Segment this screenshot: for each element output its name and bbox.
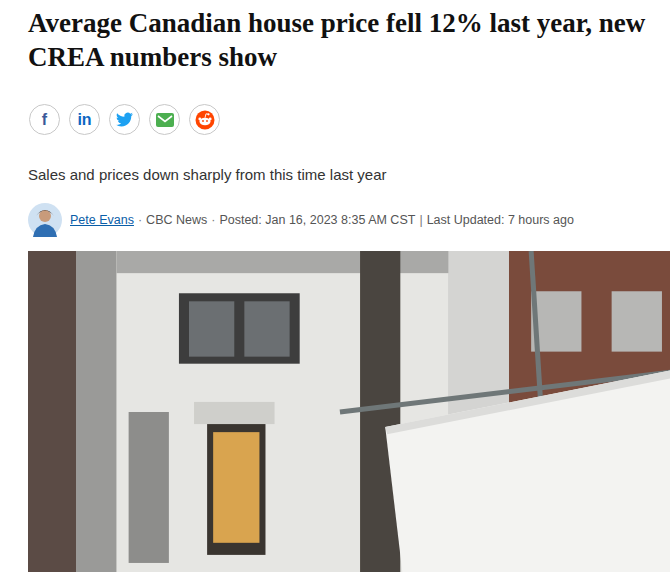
house-photo-icon	[28, 251, 670, 572]
twitter-bird-icon	[116, 111, 133, 128]
logo-icon: f	[42, 112, 47, 128]
reddit-share-button[interactable]	[189, 104, 220, 135]
author-link[interactable]: Pete Evans	[70, 213, 134, 227]
separator: ·	[211, 213, 215, 227]
share-bar: f in	[0, 104, 670, 135]
mail-share-button[interactable]	[149, 104, 180, 135]
byline-meta: Last Updated: 7 hours ago	[427, 213, 574, 227]
byline-meta: CBC News	[146, 213, 207, 227]
subtitle: Sales and prices down sharply from this …	[28, 165, 670, 185]
separator: ·	[138, 213, 142, 227]
logo-icon: in	[77, 112, 91, 128]
reddit-alien-icon	[195, 110, 215, 130]
byline: Pete Evans · CBC News · Posted: Jan 16, 2023…	[28, 203, 670, 237]
headline: Average Canadian house price fell 12% la…	[0, 0, 670, 74]
article-page: Average Canadian house price fell 12% la…	[0, 0, 670, 572]
byline-meta: Posted: Jan 16, 2023 8:35 AM CST	[219, 213, 415, 227]
twitter-share-button[interactable]	[109, 104, 140, 135]
separator: |	[419, 213, 422, 227]
article-photo	[28, 251, 670, 572]
share-button[interactable]: f	[29, 104, 60, 135]
envelope-icon	[155, 112, 175, 128]
share-button[interactable]: in	[69, 104, 100, 135]
author-avatar-icon	[28, 203, 62, 237]
